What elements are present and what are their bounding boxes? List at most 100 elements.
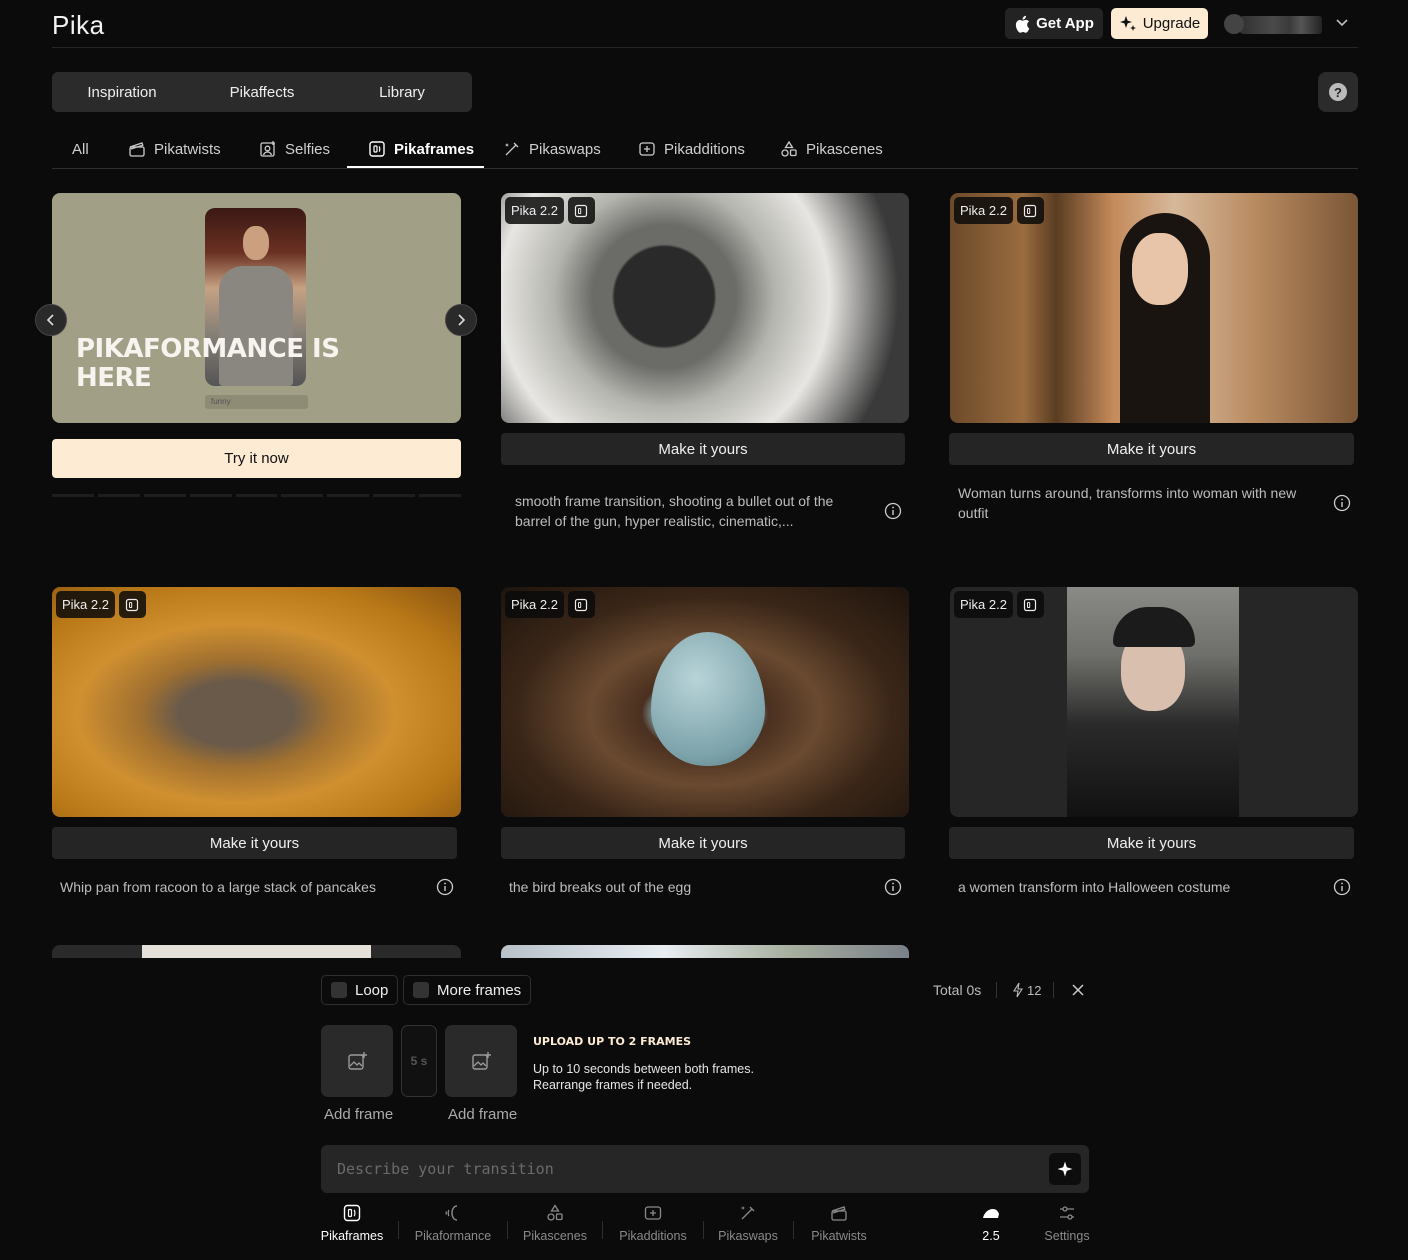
close-icon[interactable] bbox=[1070, 982, 1086, 998]
filter-pikaswaps-label: Pikaswaps bbox=[529, 140, 601, 158]
card-video-nest[interactable]: Pika 2.2 bbox=[501, 587, 909, 817]
carousel-dot[interactable] bbox=[327, 494, 370, 497]
filter-pikadditions[interactable]: Pikadditions bbox=[638, 130, 745, 168]
tool-pikaframes[interactable]: Pikaframes bbox=[321, 1203, 383, 1253]
divider bbox=[703, 1221, 704, 1239]
frames-icon bbox=[369, 141, 385, 157]
filter-all[interactable]: All bbox=[72, 130, 89, 168]
add-image-icon bbox=[348, 1052, 367, 1070]
info-icon[interactable] bbox=[1333, 878, 1351, 896]
carousel-indicators bbox=[52, 494, 462, 498]
filter-pikascenes[interactable]: Pikascenes bbox=[780, 130, 883, 168]
account-name-redacted[interactable] bbox=[1240, 16, 1322, 34]
upload-hint-line: Up to 10 seconds between both frames. bbox=[533, 1062, 754, 1076]
filter-all-label: All bbox=[72, 140, 89, 158]
tab-pikaffects[interactable]: Pikaffects bbox=[192, 84, 332, 101]
filter-selfies[interactable]: Selfies bbox=[259, 130, 330, 168]
card-video-halloween[interactable]: Pika 2.2 bbox=[950, 587, 1358, 817]
badge-row: Pika 2.2 bbox=[954, 591, 1044, 618]
tool-pikaformance[interactable]: Pikaformance bbox=[413, 1203, 493, 1253]
make-it-yours-button[interactable]: Make it yours bbox=[501, 433, 905, 465]
more-frames-label: More frames bbox=[437, 981, 522, 999]
make-it-yours-button[interactable]: Make it yours bbox=[949, 433, 1354, 465]
make-it-yours-button[interactable]: Make it yours bbox=[52, 827, 457, 859]
active-filter-indicator bbox=[347, 166, 484, 168]
carousel-next-button[interactable] bbox=[445, 304, 477, 336]
frame-upload-slot-2[interactable] bbox=[445, 1025, 517, 1097]
filter-pikaframes-label: Pikaframes bbox=[394, 140, 475, 158]
upload-title: UPLOAD UP TO 2 FRAMES bbox=[533, 1035, 692, 1048]
filter-pikaswaps[interactable]: Pikaswaps bbox=[503, 130, 601, 168]
get-app-label: Get App bbox=[1036, 15, 1094, 32]
info-icon[interactable] bbox=[884, 878, 902, 896]
tab-library[interactable]: Library bbox=[332, 84, 472, 101]
carousel-dot[interactable] bbox=[373, 494, 416, 497]
divider bbox=[996, 982, 997, 998]
frame-upload-slot-1[interactable] bbox=[321, 1025, 393, 1097]
more-frames-checkbox[interactable] bbox=[413, 982, 429, 998]
add-frame-label: Add frame bbox=[448, 1106, 518, 1123]
divider bbox=[793, 1221, 794, 1239]
chevron-down-icon[interactable] bbox=[1334, 14, 1350, 30]
portrait-image bbox=[1067, 587, 1239, 817]
info-icon[interactable] bbox=[1333, 494, 1351, 512]
tool-label: Pikadditions bbox=[619, 1229, 687, 1243]
chevron-left-icon bbox=[46, 314, 54, 326]
pika-logo[interactable]: Pika bbox=[52, 10, 105, 41]
model-version-label: 2.5 bbox=[982, 1229, 1000, 1243]
filter-pikaframes[interactable]: Pikaframes bbox=[368, 130, 474, 168]
carousel-dot[interactable] bbox=[419, 494, 462, 497]
carousel-dot[interactable] bbox=[52, 494, 94, 497]
shapes-icon bbox=[547, 1204, 563, 1221]
upgrade-button[interactable]: Upgrade bbox=[1111, 8, 1208, 39]
total-duration: Total 0s bbox=[933, 982, 982, 998]
carousel-prev-button[interactable] bbox=[35, 304, 67, 336]
settings-button[interactable]: Settings bbox=[1041, 1203, 1093, 1253]
tool-pikadditions[interactable]: Pikadditions bbox=[617, 1203, 689, 1253]
duration-selector[interactable]: 5 s bbox=[401, 1025, 437, 1097]
frames-icon bbox=[343, 1204, 361, 1222]
tool-pikatwists[interactable]: Pikatwists bbox=[809, 1203, 869, 1253]
card-description: Woman turns around, transforms into woma… bbox=[958, 485, 1297, 521]
tool-label: Pikascenes bbox=[523, 1229, 587, 1243]
make-it-yours-button[interactable]: Make it yours bbox=[949, 827, 1354, 859]
tool-pikaswaps[interactable]: Pikaswaps bbox=[717, 1203, 779, 1253]
info-icon[interactable] bbox=[884, 502, 902, 520]
generate-button[interactable] bbox=[1049, 1153, 1081, 1185]
loop-toggle[interactable]: Loop bbox=[321, 975, 399, 1005]
make-it-yours-button[interactable]: Make it yours bbox=[501, 827, 905, 859]
tool-pikascenes[interactable]: Pikascenes bbox=[521, 1203, 589, 1253]
pika-model-icon bbox=[983, 1209, 999, 1218]
carousel-dot[interactable] bbox=[281, 494, 324, 497]
prompt-input[interactable] bbox=[337, 1145, 1037, 1193]
model-badge: Pika 2.2 bbox=[954, 591, 1013, 618]
loop-checkbox[interactable] bbox=[331, 982, 347, 998]
carousel-dot[interactable] bbox=[235, 494, 278, 497]
sliders-icon bbox=[1060, 1206, 1074, 1220]
tool-label: Pikaframes bbox=[320, 1229, 384, 1243]
voice-wave-icon bbox=[445, 1205, 458, 1221]
card-description: a women transform into Halloween costume bbox=[958, 879, 1231, 895]
more-frames-toggle[interactable]: More frames bbox=[403, 975, 532, 1005]
info-icon[interactable] bbox=[436, 878, 454, 896]
avatar[interactable] bbox=[1224, 14, 1244, 34]
tab-inspiration[interactable]: Inspiration bbox=[52, 84, 192, 101]
tool-label: Pikaswaps bbox=[718, 1229, 778, 1243]
carousel-dot[interactable] bbox=[189, 494, 232, 497]
main-tabs: Inspiration Pikaffects Library bbox=[52, 72, 472, 112]
promo-banner[interactable]: funny PIKAFORMANCE IS HERE bbox=[52, 193, 461, 423]
card-video-woman[interactable]: Pika 2.2 bbox=[950, 193, 1358, 423]
carousel-dot[interactable] bbox=[97, 494, 140, 497]
card-video-raccoon[interactable]: Pika 2.2 bbox=[52, 587, 461, 817]
model-version-selector[interactable]: 2.5 bbox=[973, 1203, 1009, 1253]
help-button[interactable]: ? bbox=[1318, 72, 1358, 112]
carousel-dot[interactable] bbox=[143, 494, 186, 497]
get-app-button[interactable]: Get App bbox=[1005, 8, 1103, 39]
clapperboard-icon bbox=[129, 142, 145, 157]
upgrade-label: Upgrade bbox=[1142, 15, 1201, 32]
try-it-now-button[interactable]: Try it now bbox=[52, 439, 461, 478]
upload-hint-line: Rearrange frames if needed. bbox=[533, 1078, 693, 1092]
badge-row: Pika 2.2 bbox=[505, 197, 595, 224]
filter-pikatwists[interactable]: Pikatwists bbox=[128, 130, 221, 168]
card-video-gun[interactable]: Pika 2.2 bbox=[501, 193, 909, 423]
